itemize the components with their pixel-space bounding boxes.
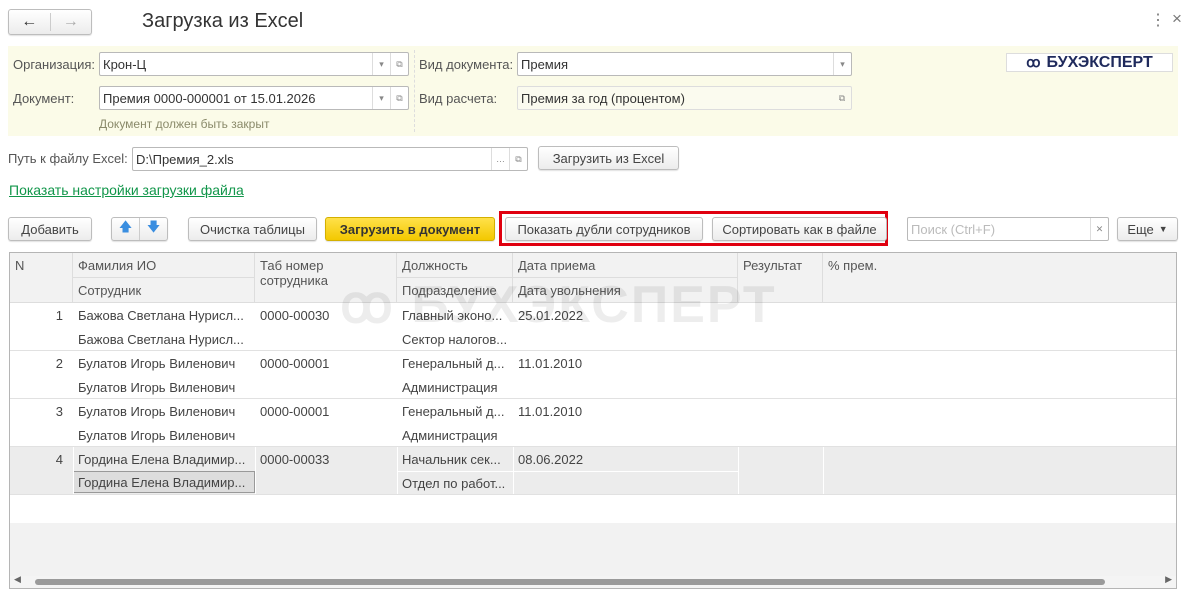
calc-field[interactable]: Премия за год (процентом) ⧉ [517, 86, 852, 110]
calc-label: Вид расчета: [419, 91, 498, 106]
header-n: N [10, 253, 73, 303]
dropdown-icon[interactable]: ▾ [372, 53, 390, 75]
cell-hire[interactable]: 11.01.2010 [513, 351, 738, 375]
cell-n[interactable]: 2 [10, 351, 68, 375]
horizontal-scrollbar[interactable]: ◀ ▶ [10, 574, 1176, 588]
header-employee[interactable]: Сотрудник [73, 278, 255, 303]
cell-department[interactable]: Администрация [397, 375, 513, 399]
move-down-icon[interactable]: 🡇 [140, 218, 167, 240]
more-icon[interactable]: ⋮ [1150, 10, 1166, 30]
table-row[interactable]: 2 Булатов Игорь Виленович Булатов Игорь Ви… [10, 351, 1176, 399]
load-excel-button[interactable]: Загрузить из Excel [538, 146, 679, 170]
doc-hint: Документ должен быть закрыт [99, 117, 270, 131]
scrollbar-thumb[interactable] [35, 579, 1105, 585]
cell-divider [73, 447, 74, 495]
add-button[interactable]: Добавить [8, 217, 92, 241]
cell-department[interactable]: Сектор налогов... [397, 327, 513, 351]
data-table: N Фамилия ИО Сотрудник Таб номер сотрудн… [9, 252, 1177, 589]
cell-department[interactable]: Администрация [397, 423, 513, 447]
empty-area [10, 523, 1176, 577]
more-button[interactable]: Еще ▼ [1117, 217, 1178, 241]
cell-n[interactable]: 1 [10, 303, 68, 327]
cell-hire[interactable]: 25.01.2022 [513, 303, 738, 327]
clear-search-icon[interactable]: ✕ [1090, 218, 1108, 240]
cell-fio[interactable]: Бажова Светлана Нурисл... [73, 303, 255, 327]
header-pct[interactable]: % прем. [823, 253, 1176, 303]
owl-icon: ꝏ [1026, 54, 1041, 70]
forward-button[interactable]: → [51, 13, 92, 31]
table-row[interactable]: 1 Бажова Светлана Нурисл... Бажова Светлан… [10, 303, 1176, 351]
more-label: Еще [1127, 221, 1154, 237]
chevron-down-icon: ▼ [1158, 224, 1168, 234]
back-button[interactable]: ← [9, 13, 51, 31]
row-divider [10, 494, 1176, 495]
open-icon[interactable]: ⧉ [390, 53, 408, 75]
cell-employee[interactable]: Булатов Игорь Виленович [73, 423, 255, 447]
scroll-right-icon[interactable]: ▶ [1165, 574, 1172, 585]
cell-n[interactable]: 3 [10, 399, 68, 423]
clear-table-button[interactable]: Очистка таблицы [188, 217, 317, 241]
search-placeholder: Поиск (Ctrl+F) [911, 221, 996, 237]
cell-fio[interactable]: Гордина Елена Владимир... [73, 447, 255, 471]
cell-fio[interactable]: Булатов Игорь Виленович [73, 351, 255, 375]
logo: ꝏ БУХЭКСПЕРТ [1006, 53, 1173, 72]
close-icon[interactable]: × [1172, 9, 1182, 29]
search-input[interactable]: Поиск (Ctrl+F) ✕ [907, 217, 1109, 241]
table-row[interactable]: 4 Гордина Елена Владимир... Гордина Елена … [10, 447, 1176, 495]
page-title: Загрузка из Excel [142, 10, 304, 32]
logo-text: БУХЭКСПЕРТ [1046, 53, 1153, 71]
calc-value: Премия за год (процентом) [521, 90, 685, 106]
open-icon[interactable]: ⧉ [509, 148, 527, 170]
browse-icon[interactable]: … [491, 148, 509, 170]
open-icon[interactable]: ⧉ [390, 87, 408, 109]
table-row[interactable]: 3 Булатов Игорь Виленович Булатов Игорь Ви… [10, 399, 1176, 447]
cell-divider [823, 447, 824, 495]
nav-buttons: ← → [8, 9, 92, 35]
sort-as-file-button[interactable]: Сортировать как в файле [712, 217, 887, 241]
org-label: Организация: [13, 57, 96, 72]
load-to-document-button[interactable]: Загрузить в документ [325, 217, 495, 241]
cell-position[interactable]: Генеральный д... [397, 351, 513, 375]
cell-tab[interactable]: 0000-00001 [255, 351, 397, 375]
cell-position[interactable]: Главный эконо... [397, 303, 513, 327]
cell-hire[interactable]: 11.01.2010 [513, 399, 738, 423]
cell-tab[interactable]: 0000-00001 [255, 399, 397, 423]
cell-tab[interactable]: 0000-00033 [255, 447, 397, 471]
doc-value: Премия 0000-000001 от 15.01.2026 [103, 90, 316, 106]
settings-link[interactable]: Показать настройки загрузки файла [9, 182, 244, 198]
show-duplicates-button[interactable]: Показать дубли сотрудников [505, 217, 703, 241]
cell-divider [255, 447, 256, 495]
doc-field[interactable]: Премия 0000-000001 от 15.01.2026 ▾ ⧉ [99, 86, 409, 110]
org-value: Крон-Ц [103, 56, 147, 72]
header-fio[interactable]: Фамилия ИО [73, 253, 255, 278]
cell-employee[interactable]: Бажова Светлана Нурисл... [73, 327, 255, 351]
cell-divider [738, 447, 739, 495]
cell-tab[interactable]: 0000-00030 [255, 303, 397, 327]
open-icon[interactable]: ⧉ [833, 87, 851, 109]
dropdown-icon[interactable]: ▾ [372, 87, 390, 109]
move-up-icon[interactable]: 🡅 [112, 218, 140, 240]
scroll-left-icon[interactable]: ◀ [14, 574, 21, 585]
doctype-field[interactable]: Премия ▾ [517, 52, 852, 76]
doctype-label: Вид документа: [419, 57, 514, 72]
cell-employee[interactable]: Булатов Игорь Виленович [73, 375, 255, 399]
divider [414, 50, 415, 132]
cell-position[interactable]: Начальник сек... [397, 447, 513, 471]
cell-divider [397, 471, 738, 472]
path-field[interactable]: D:\Премия_2.xls … ⧉ [132, 147, 528, 171]
path-label: Путь к файлу Excel: [8, 151, 128, 166]
move-buttons: 🡅 🡇 [111, 217, 168, 241]
cell-employee[interactable]: Гордина Елена Владимир... [73, 471, 255, 493]
dropdown-icon[interactable]: ▾ [833, 53, 851, 75]
cell-department[interactable]: Отдел по работ... [397, 471, 513, 495]
org-field[interactable]: Крон-Ц ▾ ⧉ [99, 52, 409, 76]
cell-n[interactable]: 4 [10, 447, 68, 471]
doctype-value: Премия [521, 56, 569, 72]
cell-hire[interactable]: 08.06.2022 [513, 447, 738, 471]
doc-label: Документ: [13, 91, 75, 106]
cell-fio[interactable]: Булатов Игорь Виленович [73, 399, 255, 423]
path-value: D:\Премия_2.xls [136, 151, 234, 167]
cell-position[interactable]: Генеральный д... [397, 399, 513, 423]
